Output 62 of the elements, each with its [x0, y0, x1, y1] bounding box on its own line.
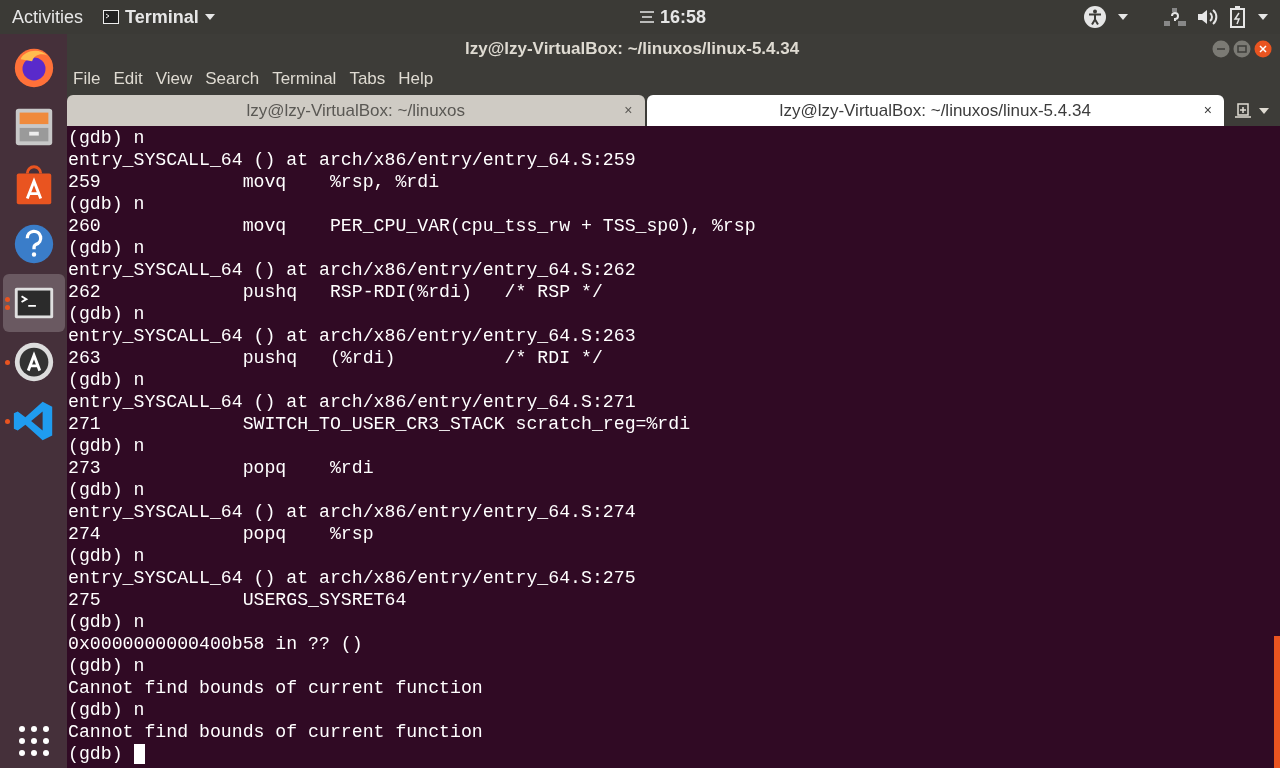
- activities-button[interactable]: Activities: [0, 3, 103, 31]
- terminal-line: (gdb) n: [68, 193, 146, 215]
- terminal-line: entry_SYSCALL_64 () at arch/x86/entry/entry_64.S:275: [68, 567, 637, 589]
- accessibility-icon[interactable]: [1084, 6, 1106, 28]
- terminal-line: 273 popq %rdi: [68, 457, 375, 479]
- clock[interactable]: 16:58: [660, 3, 707, 31]
- terminal-line: entry_SYSCALL_64 () at arch/x86/entry/entry_64.S:271: [68, 391, 637, 413]
- menu-item[interactable]: File: [73, 65, 101, 92]
- minimize-button[interactable]: [1212, 40, 1230, 58]
- close-button[interactable]: [1254, 40, 1272, 58]
- dock-item[interactable]: [2, 274, 65, 332]
- terminal-line: (gdb) n: [68, 127, 146, 149]
- terminal-line: entry_SYSCALL_64 () at arch/x86/entry/entry_64.S:263: [68, 325, 637, 347]
- caret-icon: [1258, 14, 1268, 20]
- caret-icon: [1118, 14, 1128, 20]
- terminal-line: 259 movq %rsp, %rdi: [68, 171, 441, 193]
- network-icon[interactable]: [1164, 8, 1186, 26]
- terminal-line: 274 popq %rsp: [68, 523, 375, 545]
- terminal-line: 260 movq PER_CPU_VAR(cpu_tss_rw + TSS_sp0), %rsp: [68, 215, 757, 237]
- menu-item[interactable]: Tabs: [349, 65, 386, 92]
- terminal-line: 263 pushq (%rdi) /* RDI */: [68, 347, 604, 369]
- volume-icon[interactable]: [1198, 8, 1218, 26]
- new-tab-icon[interactable]: [1235, 102, 1251, 119]
- terminal-line: 0x0000000000400b58 in ?? (): [68, 633, 364, 655]
- menu-item[interactable]: Search: [205, 65, 260, 92]
- battery-icon[interactable]: [1230, 6, 1246, 28]
- running-indicator: [4, 359, 10, 365]
- menu-item[interactable]: Edit: [113, 65, 143, 92]
- terminal-line: (gdb) n: [68, 303, 146, 325]
- notification-icon: [640, 11, 654, 23]
- terminal-line: Cannot find bounds of current function: [68, 677, 484, 699]
- terminal-icon: [103, 10, 119, 24]
- menu-item[interactable]: Help: [398, 65, 434, 92]
- terminal-line: entry_SYSCALL_64 () at arch/x86/entry/entry_64.S:274: [68, 501, 637, 523]
- caret-icon[interactable]: [1259, 107, 1269, 114]
- caret-icon: [204, 14, 215, 20]
- terminal-line: (gdb) n: [68, 479, 146, 501]
- terminal-line: (gdb) n: [68, 699, 146, 721]
- terminal-tab[interactable]: lzy@lzy-VirtualBox: ~/linuxos/linux-5.4.34 ×: [646, 95, 1224, 126]
- app-menu[interactable]: Terminal: [125, 3, 199, 31]
- terminal-line: (gdb) n: [68, 655, 146, 677]
- terminal-line: Cannot find bounds of current function: [68, 721, 484, 743]
- window-title: lzy@lzy-VirtualBox: ~/linuxos/linux-5.4.34: [465, 38, 800, 61]
- terminal-line: entry_SYSCALL_64 () at arch/x86/entry/entry_64.S:259: [68, 149, 637, 171]
- terminal-line: (gdb) n: [68, 611, 146, 633]
- menu-item[interactable]: View: [155, 65, 193, 92]
- terminal-line: (gdb) n: [68, 545, 146, 567]
- terminal-tab[interactable]: lzy@lzy-VirtualBox: ~/linuxos ×: [67, 95, 645, 126]
- menu-item[interactable]: Terminal: [272, 65, 337, 92]
- terminal-line: (gdb) n: [68, 237, 146, 259]
- terminal-line: 262 pushq RSP-RDI(%rdi) /* RSP */: [68, 281, 604, 303]
- tab-close-button[interactable]: ×: [624, 100, 633, 121]
- cursor: [133, 744, 145, 764]
- terminal-line: 275 USERGS_SYSRET64: [68, 589, 408, 611]
- tab-close-button[interactable]: ×: [1203, 100, 1212, 121]
- terminal-line: entry_SYSCALL_64 () at arch/x86/entry/entry_64.S:262: [68, 259, 637, 281]
- terminal-line: 271 SWITCH_TO_USER_CR3_STACK scratch_reg=%rdi: [68, 413, 692, 435]
- terminal-line: (gdb) n: [68, 435, 146, 457]
- terminal-prompt: (gdb): [68, 743, 124, 765]
- terminal-line: (gdb) n: [68, 369, 146, 391]
- running-indicator: [4, 418, 10, 424]
- apps-grid-icon[interactable]: [18, 726, 49, 756]
